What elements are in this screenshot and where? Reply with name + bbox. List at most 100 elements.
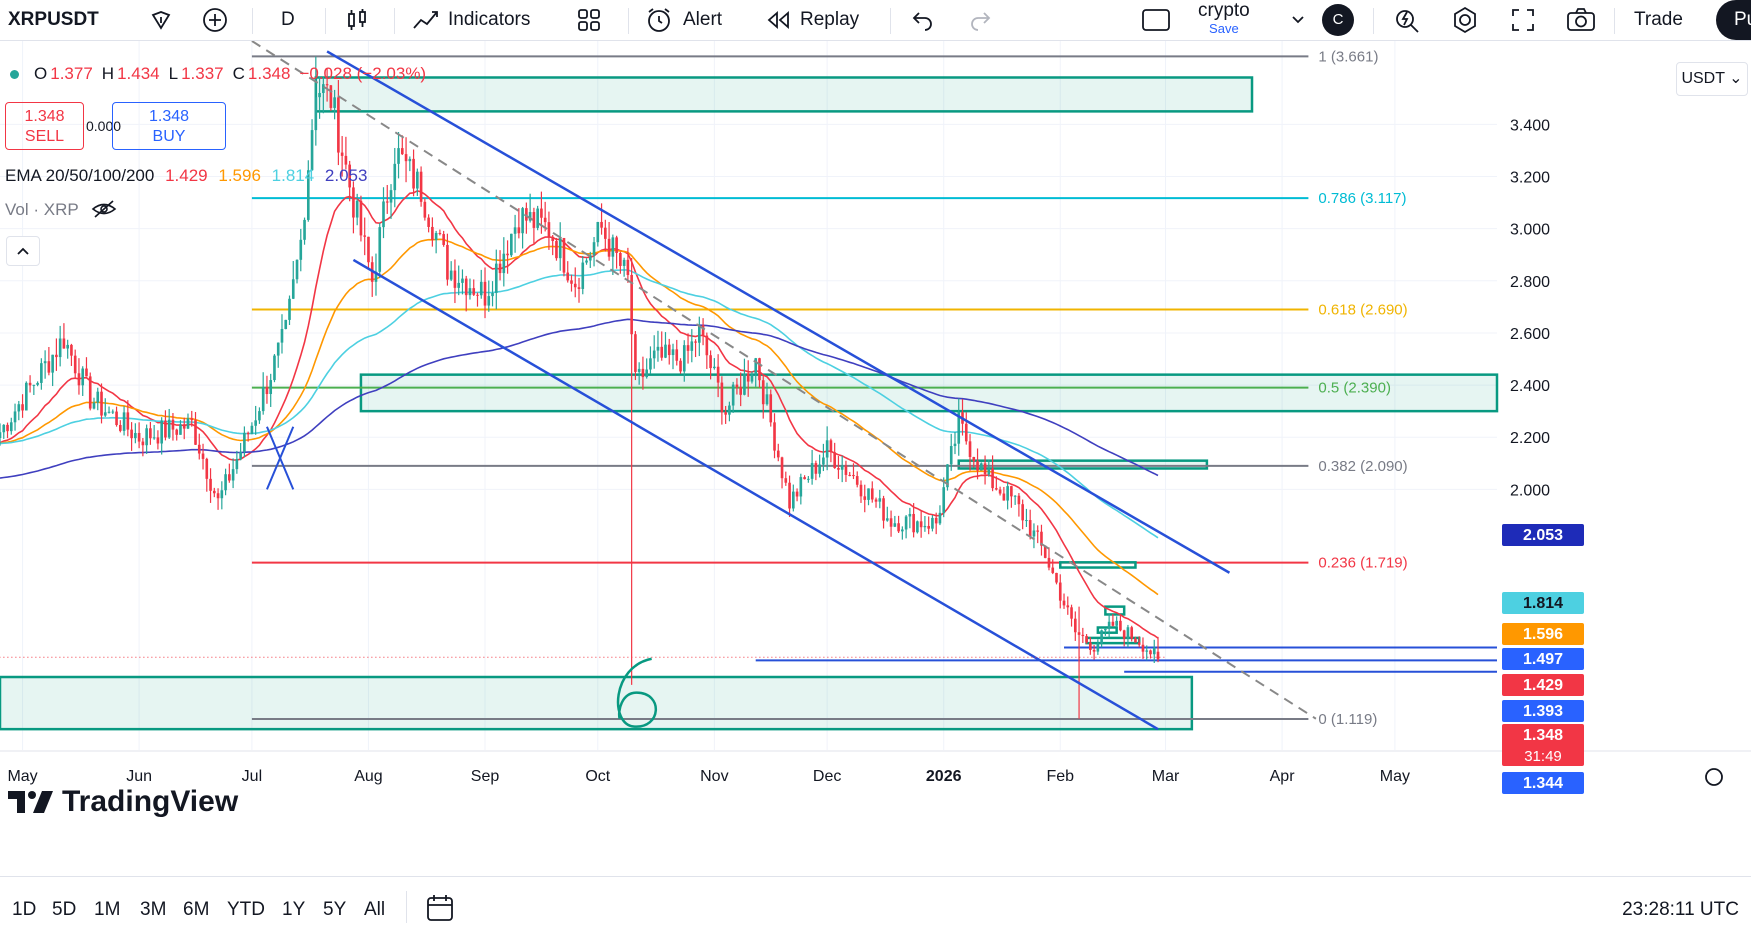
currency-label: USDT	[1681, 70, 1725, 87]
undo-icon[interactable]	[910, 0, 936, 40]
alert-button[interactable]: Alert	[645, 0, 722, 40]
candle-body	[1126, 627, 1130, 639]
candle-body	[1062, 600, 1066, 606]
candle-body	[863, 496, 867, 500]
candle-body	[1122, 630, 1126, 639]
time-tick-label: Sep	[471, 768, 500, 785]
candle-body	[73, 355, 77, 374]
zone-box	[0, 675, 1194, 731]
collapse-legend-button[interactable]	[6, 236, 40, 266]
replay-button[interactable]: Replay	[764, 0, 859, 40]
candle-body	[134, 432, 137, 439]
candle-body	[337, 97, 340, 153]
ema100-value: 1.814	[271, 166, 315, 185]
candle-body	[1036, 530, 1040, 532]
price-tag-countdown: 31:49	[1524, 748, 1562, 765]
sell-button[interactable]: 1.348 SELL	[5, 102, 84, 150]
eye-hidden-icon[interactable]	[91, 200, 117, 218]
clock[interactable]: 23:28:11 UTC	[1622, 899, 1739, 921]
range-all[interactable]: All	[364, 899, 385, 921]
bottom-toolbar: 1D 5D 1M 3M 6M YTD 1Y 5Y All 23:28:11 UT…	[0, 876, 1751, 937]
candle-body	[111, 411, 115, 413]
low-key: L	[168, 64, 179, 83]
calendar-goto-icon[interactable]	[425, 893, 455, 923]
candle-body	[679, 360, 682, 372]
candle-body	[9, 422, 13, 432]
range-1m[interactable]: 1M	[94, 899, 120, 921]
range-3m[interactable]: 3M	[140, 899, 166, 921]
quick-search-icon[interactable]	[1393, 0, 1423, 40]
candle-body	[870, 488, 874, 500]
camera-icon[interactable]	[1566, 0, 1596, 40]
user-avatar[interactable]: C	[1322, 0, 1354, 40]
candle-body	[626, 259, 630, 275]
price-tag-label: 1.344	[1523, 775, 1563, 792]
candle-body	[818, 464, 821, 474]
redo-icon[interactable]	[967, 0, 993, 40]
settings-gear-icon[interactable]	[1450, 0, 1480, 40]
chevron-down-icon[interactable]	[1290, 0, 1306, 40]
range-ytd[interactable]: YTD	[227, 899, 265, 921]
candle-body	[1152, 647, 1156, 655]
ema-label: EMA 20/50/100/200	[5, 166, 155, 185]
buy-button[interactable]: 1.348 BUY	[112, 102, 226, 150]
candle-body	[179, 424, 182, 435]
ohlc-legend: O 1.377 H 1.434 L 1.337 C 1.348 −0.028 (−2.0…	[10, 64, 432, 84]
fullscreen-icon[interactable]	[1510, 0, 1536, 40]
interval-button[interactable]: D	[281, 0, 295, 40]
layout-name-button[interactable]: crypto Save	[1198, 0, 1250, 40]
sell-price: 1.348	[24, 108, 65, 125]
volume-legend[interactable]: Vol · XRP	[5, 200, 117, 220]
candle-body	[998, 489, 1002, 494]
trade-button[interactable]: Trade	[1634, 0, 1683, 40]
candle-body	[1047, 557, 1051, 568]
high-key: H	[101, 64, 115, 83]
candle-body	[47, 361, 51, 373]
range-1d[interactable]: 1D	[12, 899, 36, 921]
candle-body	[968, 441, 972, 458]
indicators-button[interactable]: Indicators	[412, 0, 530, 40]
candle-body	[385, 201, 389, 203]
candle-body	[205, 458, 209, 479]
ema-legend[interactable]: EMA 20/50/100/200 1.429 1.596 1.814 2.05…	[5, 166, 373, 186]
candles-icon[interactable]	[345, 0, 369, 40]
candle-body	[431, 226, 434, 241]
candle-body	[893, 523, 897, 527]
candle-body	[284, 319, 288, 330]
candle-body	[1077, 632, 1081, 635]
add-symbol-icon[interactable]	[202, 0, 228, 40]
range-1y[interactable]: 1Y	[282, 899, 305, 921]
layouts-icon[interactable]	[576, 0, 602, 40]
candle-body	[137, 432, 141, 442]
candle-body	[592, 242, 596, 256]
candle-body	[1021, 504, 1024, 521]
candle-body	[1130, 627, 1134, 639]
currency-selector[interactable]: USDT ⌄	[1676, 62, 1748, 96]
candle-body	[513, 227, 517, 234]
zone-box	[314, 76, 1254, 113]
candle-body	[487, 296, 491, 306]
range-5d[interactable]: 5D	[52, 899, 76, 921]
candle-body	[212, 490, 216, 494]
candle-body	[1156, 651, 1160, 660]
candle-body	[412, 158, 415, 189]
candle-body	[814, 463, 818, 474]
candle-body	[1025, 520, 1028, 522]
candle-body	[333, 97, 336, 108]
compare-symbol-icon[interactable]	[150, 0, 172, 40]
candle-body	[1141, 644, 1145, 652]
layout-preview-icon[interactable]	[1141, 0, 1171, 40]
symbol-search[interactable]: XRPUSDT	[8, 0, 99, 40]
candle-body	[983, 463, 987, 475]
candle-body	[716, 366, 720, 383]
range-5y[interactable]: 5Y	[323, 899, 346, 921]
candle-body	[803, 477, 806, 480]
candle-body	[228, 474, 231, 481]
range-6m[interactable]: 6M	[183, 899, 209, 921]
publish-button[interactable]: Pu	[1716, 0, 1751, 40]
candle-body	[833, 452, 836, 469]
candle-body	[273, 355, 276, 381]
candle-body	[536, 208, 539, 228]
candle-body	[461, 278, 464, 283]
candle-body	[190, 418, 194, 421]
